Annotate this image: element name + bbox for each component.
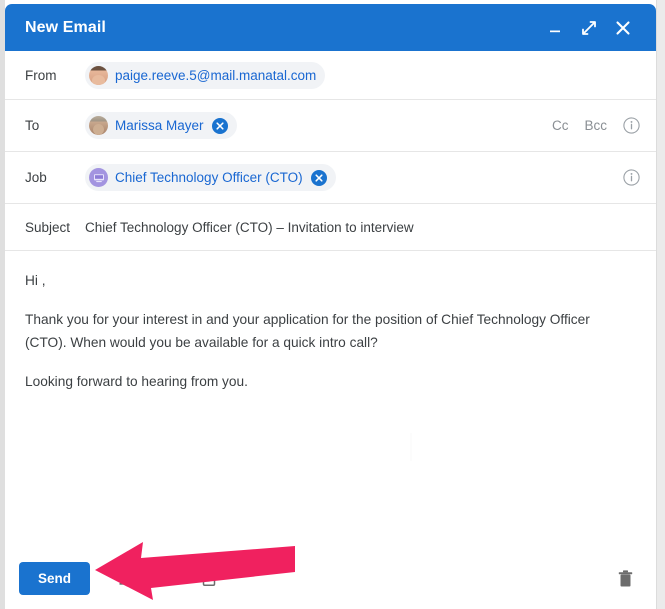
attachment-icon[interactable]: [154, 565, 180, 591]
to-chip-label: Marissa Mayer: [115, 118, 204, 133]
from-field-row[interactable]: From paige.reeve.5@mail.manatal.com: [5, 51, 656, 100]
template-icon[interactable]: [196, 565, 222, 591]
body-paragraph-1: Thank you for your interest in and your …: [25, 312, 590, 350]
bcc-button[interactable]: Bcc: [584, 118, 607, 133]
from-chip[interactable]: paige.reeve.5@mail.manatal.com: [85, 61, 326, 89]
toolbar-icon-group: [112, 565, 222, 591]
subject-field-row[interactable]: Subject Chief Technology Officer (CTO) –…: [5, 204, 656, 251]
cc-button[interactable]: Cc: [552, 118, 569, 133]
formatting-icon[interactable]: [112, 565, 138, 591]
to-row-actions: Cc Bcc: [552, 117, 640, 134]
subject-input[interactable]: Chief Technology Officer (CTO) – Invitat…: [85, 220, 414, 235]
expand-icon[interactable]: [574, 13, 604, 43]
compose-email-window: New Email From paige.reeve.5@mail.manata…: [5, 4, 656, 609]
body-greeting: Hi ,: [25, 273, 46, 288]
delete-icon[interactable]: [612, 565, 638, 591]
info-icon[interactable]: [623, 169, 640, 186]
subject-label: Subject: [25, 219, 71, 235]
send-button[interactable]: Send: [19, 561, 91, 595]
job-row-actions: [623, 169, 640, 186]
window-title-bar[interactable]: New Email: [5, 4, 656, 51]
to-field-row[interactable]: To Marissa Mayer Cc Bcc: [5, 100, 656, 152]
compose-toolbar: Send: [5, 547, 656, 609]
text-caret: [410, 433, 412, 461]
info-icon[interactable]: [623, 117, 640, 134]
body-paragraph-2: Looking forward to hearing from you.: [25, 374, 248, 389]
minimize-icon[interactable]: [540, 13, 570, 43]
job-chip[interactable]: Chief Technology Officer (CTO): [85, 164, 336, 191]
to-label: To: [25, 118, 40, 133]
job-label: Job: [25, 170, 47, 185]
from-label: From: [25, 67, 57, 83]
from-chip-label: paige.reeve.5@mail.manatal.com: [115, 67, 317, 83]
job-icon: [89, 168, 108, 187]
page-right-scrollbar[interactable]: [656, 0, 665, 609]
to-chip[interactable]: Marissa Mayer: [85, 112, 237, 139]
email-body-editor[interactable]: Hi , Thank you for your interest in and …: [5, 251, 656, 547]
user-avatar-marissa: [89, 116, 108, 135]
remove-chip-icon[interactable]: [211, 117, 228, 134]
job-chip-label: Chief Technology Officer (CTO): [115, 170, 303, 185]
user-avatar-paige: [89, 65, 108, 85]
remove-chip-icon[interactable]: [310, 169, 327, 186]
window-title: New Email: [25, 18, 106, 36]
job-field-row[interactable]: Job Chief Technology Officer (CTO): [5, 152, 656, 204]
close-icon[interactable]: [608, 13, 638, 43]
